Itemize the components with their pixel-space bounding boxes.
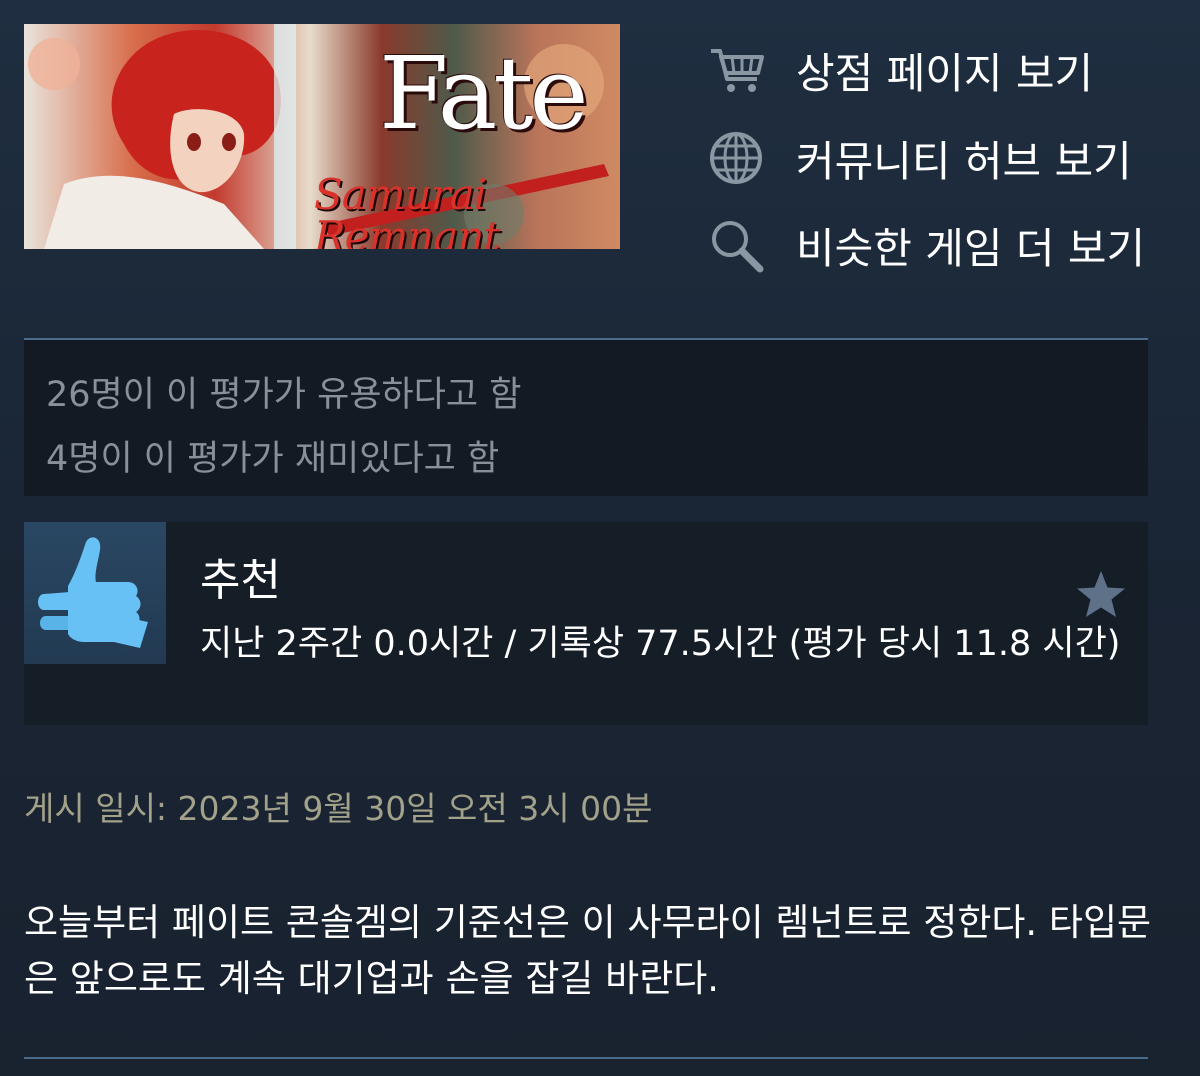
review-body: 오늘부터 페이트 콘솔겜의 기준선은 이 사무라이 렘넌트로 정한다. 타입문은… xyxy=(24,901,1152,1000)
review-header: 추천 지난 2주간 0.0시간 / 기록상 77.5시간 (평가 당시 11.8… xyxy=(24,522,1148,725)
globe-icon xyxy=(708,128,768,188)
playtime-summary: 지난 2주간 0.0시간 / 기록상 77.5시간 (평가 당시 11.8 시간… xyxy=(200,624,1121,664)
star-icon[interactable] xyxy=(1074,568,1128,622)
similar-games-label: 비슷한 게임 더 보기 xyxy=(796,223,1146,273)
store-page-label: 상점 페이지 보기 xyxy=(796,48,1094,98)
community-hub-label: 커뮤니티 허브 보기 xyxy=(796,136,1132,186)
banner-subtitle: Samurai Remnant xyxy=(314,170,500,250)
banner-title: Fate xyxy=(379,35,589,152)
funny-count: 4명이 이 평가가 재미있다고 함 xyxy=(46,439,500,479)
section-divider-bottom xyxy=(24,1057,1148,1059)
search-icon xyxy=(708,215,768,275)
review-votes-panel: 26명이 이 평가가 유용하다고 함 4명이 이 평가가 재미있다고 함 xyxy=(24,340,1148,496)
store-page-link[interactable]: 상점 페이지 보기 xyxy=(708,40,1168,100)
similar-games-link[interactable]: 비슷한 게임 더 보기 xyxy=(708,215,1168,275)
review-verdict: 추천 xyxy=(200,555,281,606)
community-hub-link[interactable]: 커뮤니티 허브 보기 xyxy=(708,128,1168,188)
helpful-count: 26명이 이 평가가 유용하다고 함 xyxy=(46,375,522,415)
cart-icon xyxy=(708,40,768,100)
game-banner-image[interactable]: Fate Samurai Remnant xyxy=(24,24,620,249)
posted-date: 게시 일시: 2023년 9월 30일 오전 3시 00분 xyxy=(24,789,653,828)
